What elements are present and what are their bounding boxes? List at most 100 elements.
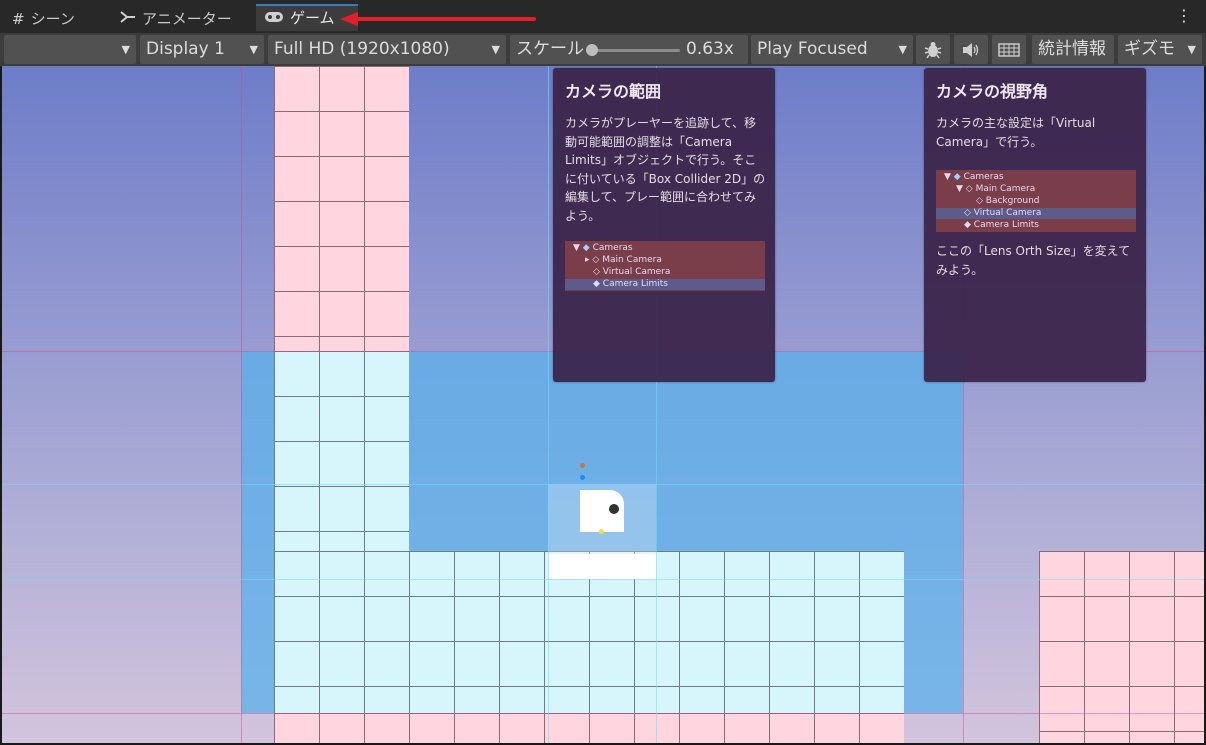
scale-value: 0.63x xyxy=(686,39,734,59)
hierarchy-image: ▼ ◆ Cameras ▸ ◇ Main Camera ◇ Virtual Ca… xyxy=(565,241,765,291)
stats-label: 統計情報 xyxy=(1038,39,1106,59)
hierarchy-image: ▼ ◆ Cameras ▼ ◇ Main Camera ◇ Background… xyxy=(936,170,1136,232)
prefab-icon: ◇ xyxy=(592,255,600,265)
panel-text-line: 動可能範囲の調整は「Camera xyxy=(565,134,733,149)
hierarchy-row-selected: ◇ Virtual Camera xyxy=(936,208,1136,219)
cube-icon: ◆ xyxy=(964,220,971,230)
hierarchy-label: Cameras xyxy=(963,172,1004,182)
panel-text-line: 編集して、プレー範囲に合わせてみ xyxy=(565,190,757,204)
more-options-icon[interactable]: ⋮ xyxy=(1176,8,1192,24)
game-toolbar: ▼ Display 1 ▼ Full HD (1920x1080) ▼ スケール… xyxy=(0,33,1206,67)
play-mode-label: Play Focused xyxy=(757,39,868,59)
display-dropdown[interactable]: Display 1 ▼ xyxy=(140,35,264,64)
shortcuts-button[interactable] xyxy=(992,35,1026,64)
hierarchy-label: Background xyxy=(985,196,1040,206)
tilemap-pink-floor xyxy=(274,713,904,743)
gizmos-label: ギズモ xyxy=(1124,39,1175,59)
hierarchy-row-selected: ◆ Camera Limits xyxy=(565,279,765,290)
animator-icon xyxy=(120,6,136,33)
panel-text-line: Limits」オブジェクトで行う。そこ xyxy=(565,153,757,167)
tab-animator[interactable]: アニメーター xyxy=(120,6,232,33)
panel-body: カメラがプレーヤーを追跡して、移 動可能範囲の調整は「Camera Limits… xyxy=(565,114,765,225)
resolution-dropdown[interactable]: Full HD (1920x1080) ▼ xyxy=(268,35,506,64)
grid-guide-line xyxy=(2,713,1204,714)
cube-icon: ◆ xyxy=(953,172,961,182)
speaker-icon xyxy=(963,42,979,57)
dropdown-arrow-icon: ▼ xyxy=(249,43,258,56)
panel-text-line: よう。 xyxy=(565,208,601,223)
hierarchy-label: Cameras xyxy=(592,243,633,253)
camera-guide-line xyxy=(548,66,549,743)
marker-dot xyxy=(580,463,585,468)
bug-icon xyxy=(924,41,942,58)
mute-audio-button[interactable] xyxy=(954,35,988,64)
marker-dot xyxy=(599,529,604,534)
dropdown-arrow-icon: ▼ xyxy=(1187,43,1196,56)
prefab-icon: ◇ xyxy=(976,196,983,206)
game-view-dropdown[interactable]: ▼ xyxy=(4,35,136,64)
camera-guide-line xyxy=(2,484,1204,485)
display-dropdown-label: Display 1 xyxy=(146,39,225,59)
play-mode-dropdown[interactable]: Play Focused ▼ xyxy=(751,35,913,64)
dropdown-arrow-icon: ▼ xyxy=(491,43,500,56)
resolution-dropdown-label: Full HD (1920x1080) xyxy=(274,39,450,59)
tilemap-pink-column xyxy=(274,66,409,351)
grid-icon: # xyxy=(12,10,25,28)
game-viewport[interactable]: カメラの範囲 カメラがプレーヤーを追跡して、移 動可能範囲の調整は「Camera… xyxy=(2,66,1204,743)
tilemap-cyan-column xyxy=(274,351,409,551)
cube-icon: ◆ xyxy=(593,279,600,289)
hierarchy-label: Camera Limits xyxy=(973,220,1039,230)
scale-control: スケール 0.63x xyxy=(510,35,748,64)
dropdown-arrow-icon: ▼ xyxy=(121,43,130,56)
hierarchy-label: Virtual Camera xyxy=(602,267,671,277)
hierarchy-row: ▸ ◇ Main Camera xyxy=(585,255,662,265)
keyboard-icon xyxy=(998,42,1020,57)
panel-body: カメラの主な設定は「Virtual Camera」で行う。 xyxy=(936,114,1095,151)
hierarchy-label: Main Camera xyxy=(975,184,1036,194)
hierarchy-label: Camera Limits xyxy=(602,279,668,289)
tab-animator-label: アニメーター xyxy=(142,10,232,28)
tab-scene-label: シーン xyxy=(30,10,75,28)
hierarchy-row: ▼ ◆ Cameras xyxy=(944,172,1004,182)
grid-guide-line xyxy=(241,66,242,743)
scale-slider-track[interactable] xyxy=(594,49,680,52)
hierarchy-row: ◇ Virtual Camera xyxy=(593,267,670,278)
prefab-icon: ◇ xyxy=(964,208,971,218)
panel-text-line: Camera」で行う。 xyxy=(936,134,1043,149)
camera-guide-line xyxy=(2,579,1204,580)
dropdown-arrow-icon: ▼ xyxy=(898,43,907,56)
hierarchy-label: Main Camera xyxy=(602,255,662,265)
panel-body: ここの「Lens Orth Size」を変えて みよう。 xyxy=(936,242,1130,279)
panel-text-line: カメラがプレーヤーを追跡して、移 xyxy=(565,116,757,130)
hierarchy-row: ◆ Camera Limits xyxy=(964,220,1039,231)
panel-title: カメラの範囲 xyxy=(565,82,662,101)
debug-button[interactable] xyxy=(916,35,950,64)
panel-text-line: みよう。 xyxy=(936,262,984,277)
info-panel-camera-fov: カメラの視野角 カメラの主な設定は「Virtual Camera」で行う。 ▼ … xyxy=(924,68,1146,382)
player-eye xyxy=(609,504,619,514)
scale-slider-knob[interactable] xyxy=(586,44,598,56)
prefab-icon: ◇ xyxy=(965,184,973,194)
scale-label: スケール xyxy=(516,39,584,59)
hierarchy-label: Virtual Camera xyxy=(973,208,1042,218)
window-tab-bar: # シーン アニメーター ゲーム ⋮ xyxy=(0,0,1206,33)
gizmos-dropdown[interactable]: ギズモ ▼ xyxy=(1118,35,1202,64)
tab-game-label: ゲーム xyxy=(290,9,335,27)
hierarchy-row: ◇ Background xyxy=(976,196,1040,207)
hierarchy-row: ▼ ◆ Cameras xyxy=(573,243,633,253)
marker-dot xyxy=(580,475,585,480)
gamepad-icon xyxy=(264,5,284,32)
red-arrow-annotation xyxy=(340,12,536,26)
cube-icon: ◆ xyxy=(582,243,590,253)
prefab-icon: ◇ xyxy=(593,267,600,277)
panel-text-line: に付いている「Box Collider 2D」の xyxy=(565,171,766,186)
panel-text-line: ここの「Lens Orth Size」を変えて xyxy=(936,244,1131,258)
hierarchy-row: ▼ ◇ Main Camera xyxy=(956,184,1036,194)
player-character xyxy=(580,490,624,532)
white-platform xyxy=(548,554,656,579)
panel-text-line: カメラの主な設定は「Virtual xyxy=(936,116,1096,130)
panel-title: カメラの視野角 xyxy=(936,82,1049,101)
tab-scene[interactable]: # シーン xyxy=(12,6,75,33)
info-panel-camera-limits: カメラの範囲 カメラがプレーヤーを追跡して、移 動可能範囲の調整は「Camera… xyxy=(553,68,775,382)
stats-button[interactable]: 統計情報 xyxy=(1032,35,1114,64)
